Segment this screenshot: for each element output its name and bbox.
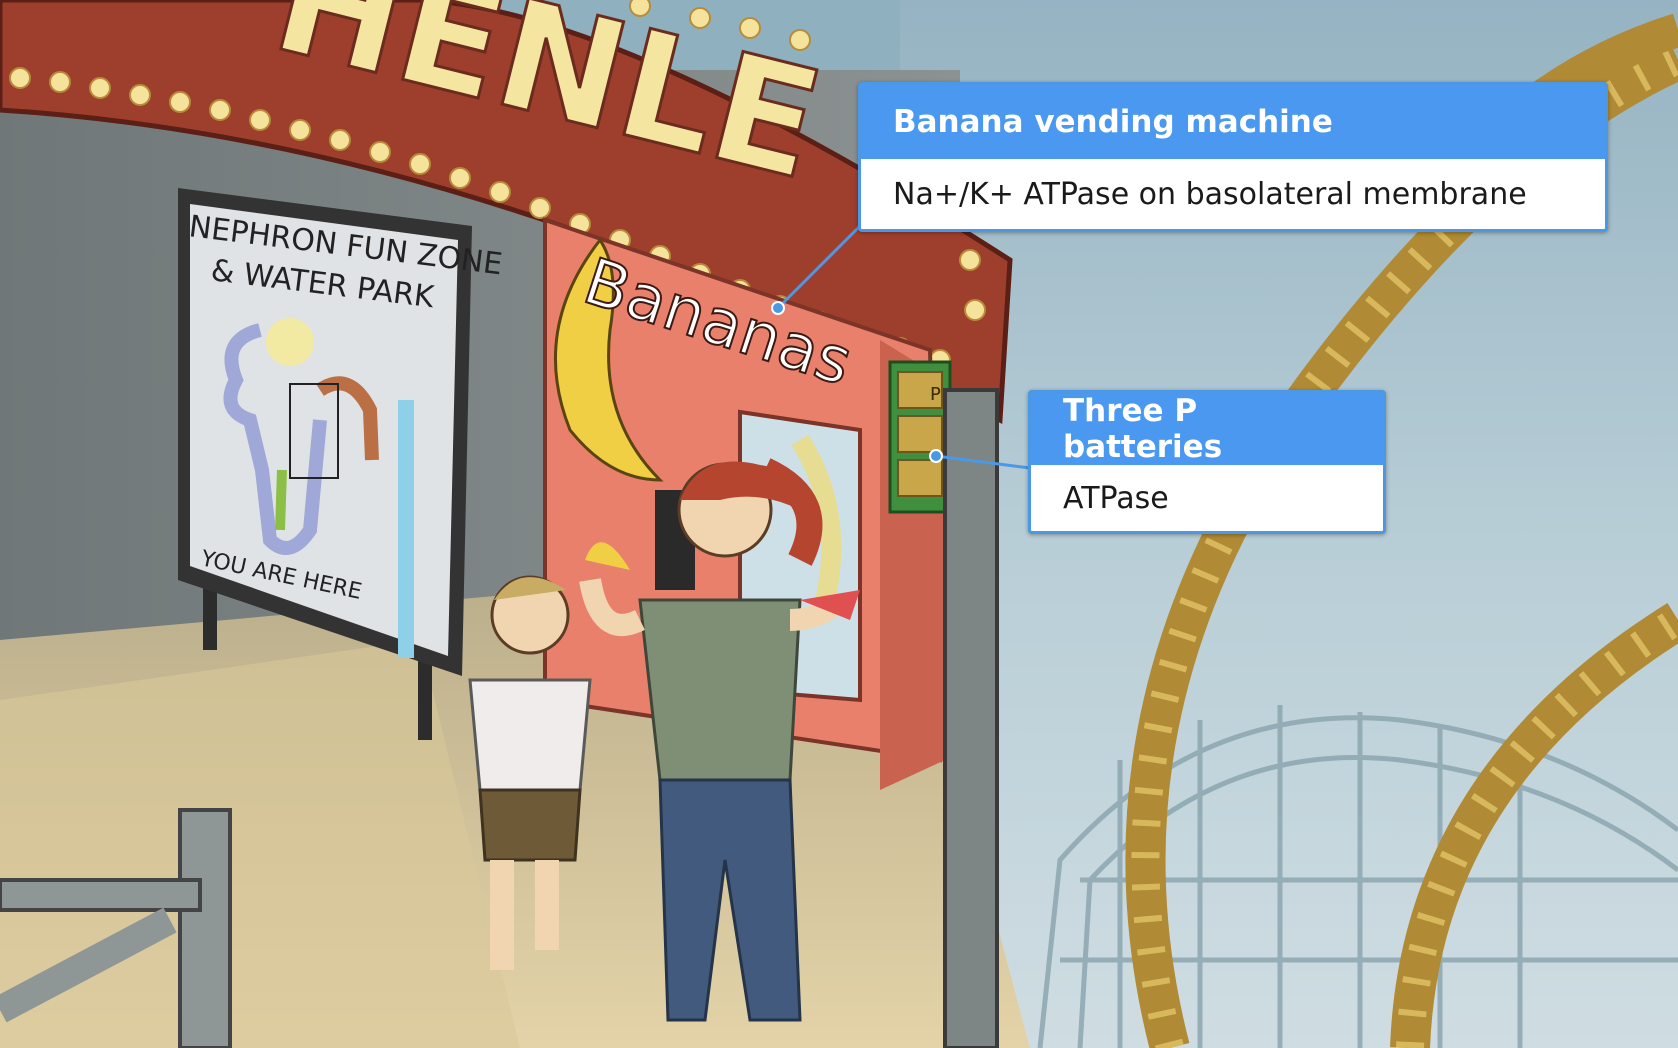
callout-body: ATPase [1063, 480, 1169, 516]
illustration-scene: HENLE NEPHRON FUN ZONE & WATER PARK YOU … [0, 0, 1678, 1048]
callout-title: Three P batteries [1031, 393, 1383, 465]
callout-body: Na+/K+ ATPase on basolateral membrane [893, 176, 1527, 212]
callout-three-p-batteries: Three P batteries ATPase [1028, 390, 1386, 534]
battery-label: P [930, 384, 941, 405]
support-pole [943, 388, 999, 1048]
callout-title: Banana vending machine [861, 85, 1605, 159]
callout-banana-vending-machine: Banana vending machine Na+/K+ ATPase on … [858, 82, 1608, 232]
